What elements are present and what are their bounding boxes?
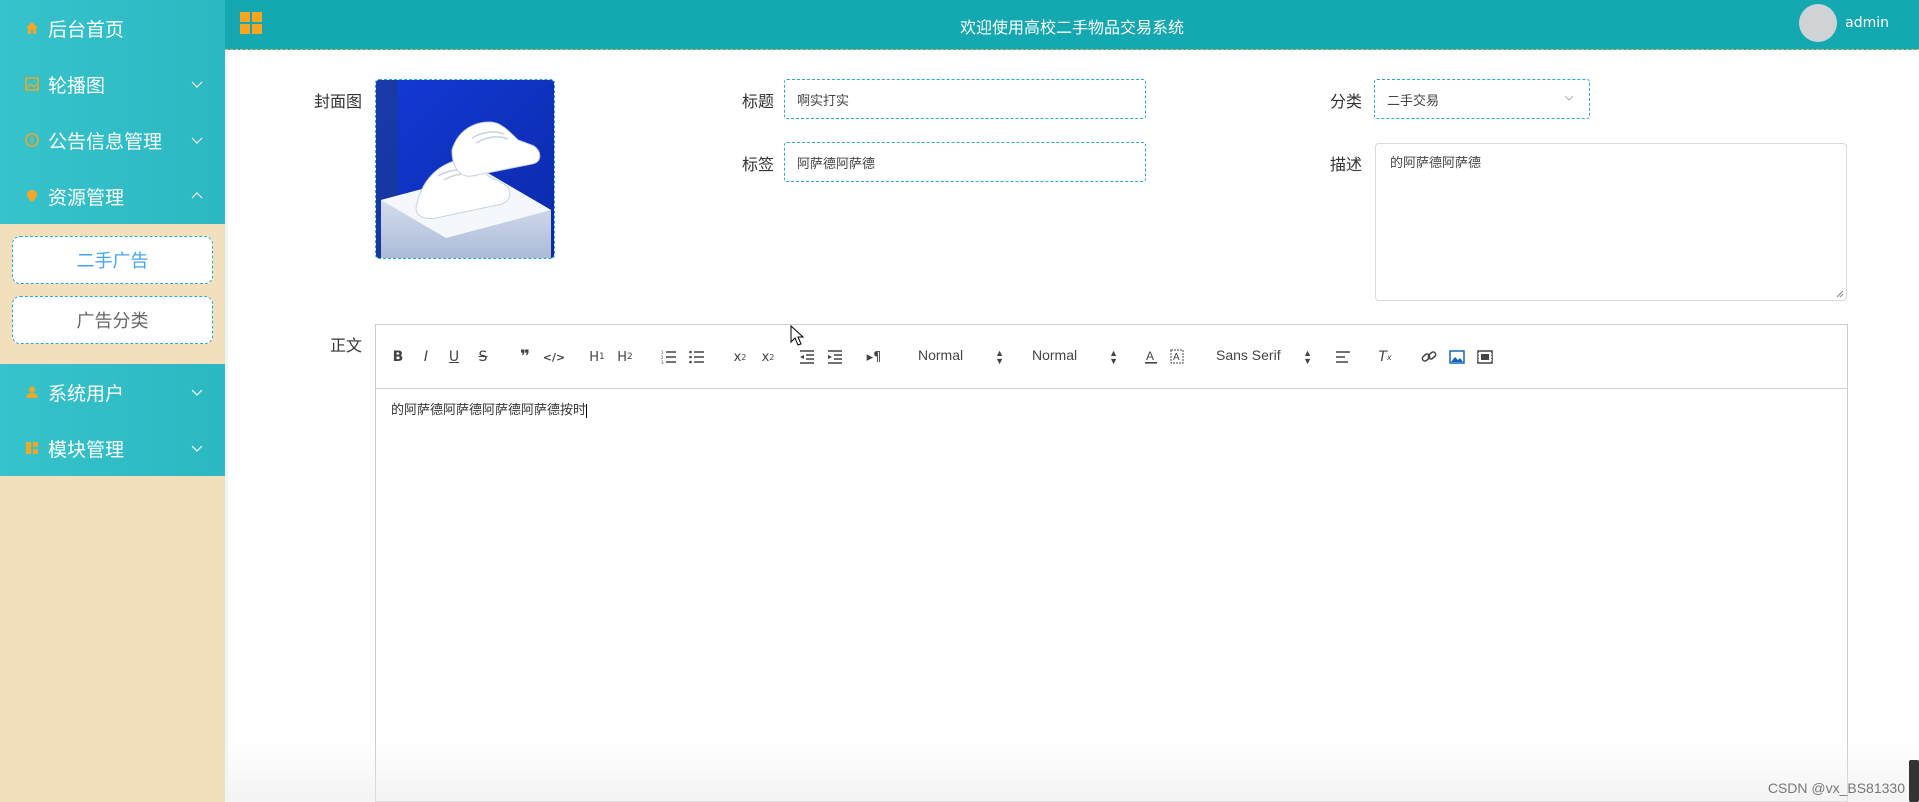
sidebar-item-label: 资源管理 [48, 186, 125, 209]
font-select-value: Sans Serif [1216, 347, 1281, 363]
cover-image-upload[interactable] [375, 79, 555, 259]
editor-content[interactable]: 的阿萨德阿萨德阿萨德阿萨德按时 [376, 389, 1847, 428]
user-icon [24, 384, 40, 400]
font-color-icon[interactable]: A [1143, 347, 1159, 367]
description-textarea[interactable]: 的阿萨德阿萨德 [1375, 143, 1847, 301]
svg-text:A: A [1173, 352, 1180, 363]
font-select[interactable]: Sans Serif ▲ ▼ [1216, 347, 1312, 367]
italic-icon[interactable]: I [418, 347, 434, 367]
underline-icon[interactable]: U [446, 347, 462, 367]
sidebar-item-home[interactable]: 后台首页 [0, 0, 225, 56]
image-icon [24, 76, 40, 92]
submenu-resources: 二手广告 广告分类 [0, 224, 225, 364]
category-select-value: 二手交易 [1387, 93, 1440, 109]
video-insert-icon[interactable] [1476, 347, 1494, 367]
main-content: 封面图 标题 啊实打实 标签 阿萨德阿萨德 分类 二手交易 描述 的阿萨德阿萨德… [228, 50, 1919, 802]
text-caret [586, 403, 588, 418]
sidebar-item-label: 轮播图 [48, 74, 106, 97]
editor-text: 的阿萨德阿萨德阿萨德阿萨德按时 [391, 403, 587, 418]
header-select[interactable]: Normal ▲ ▼ [1032, 347, 1118, 367]
shoe-image [376, 80, 554, 258]
background-color-icon[interactable]: A [1169, 347, 1185, 367]
category-select[interactable]: 二手交易 [1374, 79, 1590, 119]
svg-text:A: A [1146, 349, 1154, 363]
clear-format-icon[interactable]: Tx [1376, 347, 1394, 367]
sidebar-item-notice[interactable]: 公告信息管理 [0, 112, 225, 168]
ordered-list-icon[interactable]: 123 [660, 347, 678, 367]
body-label: 正文 [330, 336, 363, 355]
code-block-icon[interactable]: </> [543, 347, 565, 367]
tag-input[interactable]: 阿萨德阿萨德 [784, 142, 1146, 182]
location-icon [24, 188, 40, 204]
chevron-down-icon [191, 445, 203, 452]
description-text: 的阿萨德阿萨德 [1390, 156, 1482, 171]
chevron-down-icon [191, 81, 203, 88]
rich-text-editor[interactable]: B I U S ❞ </> H1 H2 123 x2 x2 ▸¶ Normal … [375, 324, 1848, 802]
sidebar: 后台首页 轮播图 公告信息管理 资源管理 二手广告 广告分类 系统用户 模块管理 [0, 0, 225, 802]
sidebar-item-label: 后台首页 [48, 18, 125, 41]
user-menu[interactable]: admin [1799, 4, 1889, 42]
svg-text:3: 3 [661, 360, 664, 364]
chevron-down-icon [191, 389, 203, 396]
sidebar-item-resources[interactable]: 资源管理 [0, 168, 225, 224]
sidebar-item-modules[interactable]: 模块管理 [0, 420, 225, 476]
updown-icon: ▲ ▼ [995, 348, 1004, 366]
scrollbar-thumb[interactable] [1909, 760, 1919, 802]
category-label: 分类 [1330, 92, 1363, 111]
updown-icon: ▲ ▼ [1303, 348, 1312, 366]
outdent-icon[interactable] [798, 347, 816, 367]
size-select-value: Normal [918, 347, 964, 363]
header-1-icon[interactable]: H1 [586, 347, 608, 367]
subscript-icon[interactable]: x2 [730, 347, 750, 367]
header-2-icon[interactable]: H2 [614, 347, 636, 367]
sidebar-item-label: 模块管理 [48, 438, 125, 461]
username: admin [1845, 15, 1889, 31]
header-select-value: Normal [1032, 347, 1078, 363]
size-select[interactable]: Normal ▲ ▼ [918, 347, 1004, 367]
avatar[interactable] [1799, 4, 1838, 42]
top-header: 欢迎使用高校二手物品交易系统 admin [225, 0, 1919, 50]
bold-icon[interactable]: B [390, 347, 406, 367]
home-icon [24, 20, 40, 36]
superscript-icon[interactable]: x2 [758, 347, 778, 367]
text-direction-icon[interactable]: ▸¶ [864, 347, 884, 367]
resize-handle-icon[interactable] [1836, 290, 1844, 298]
updown-icon: ▲ ▼ [1109, 348, 1118, 366]
sidebar-item-users[interactable]: 系统用户 [0, 364, 225, 420]
title-input[interactable]: 啊实打实 [784, 79, 1146, 119]
link-icon[interactable] [1420, 347, 1438, 367]
bullet-list-icon[interactable] [688, 347, 706, 367]
sidebar-item-carousel[interactable]: 轮播图 [0, 56, 225, 112]
page-title: 欢迎使用高校二手物品交易系统 [959, 18, 1184, 37]
tag-label: 标签 [742, 155, 775, 174]
desc-label: 描述 [1330, 155, 1363, 174]
mouse-cursor-icon [790, 325, 805, 346]
strike-icon[interactable]: S [475, 347, 491, 367]
sub-item-ad-category[interactable]: 广告分类 [12, 296, 213, 344]
sidebar-item-label: 系统用户 [48, 382, 125, 405]
module-icon [24, 440, 40, 456]
chevron-down-icon [1564, 95, 1574, 101]
cover-label: 封面图 [314, 92, 363, 111]
image-insert-icon[interactable] [1448, 347, 1466, 367]
align-icon[interactable] [1334, 347, 1352, 367]
chevron-down-icon [191, 137, 203, 144]
title-label: 标题 [742, 92, 775, 111]
watermark: CSDN @vx_BS81330 [1767, 780, 1905, 796]
blockquote-icon[interactable]: ❞ [516, 347, 534, 367]
chevron-up-icon [191, 192, 203, 199]
sidebar-item-label: 公告信息管理 [48, 130, 163, 153]
editor-toolbar: B I U S ❞ </> H1 H2 123 x2 x2 ▸¶ Normal … [376, 325, 1847, 389]
info-icon [24, 132, 40, 148]
sub-item-secondhand-ads[interactable]: 二手广告 [12, 236, 213, 284]
indent-icon[interactable] [826, 347, 844, 367]
